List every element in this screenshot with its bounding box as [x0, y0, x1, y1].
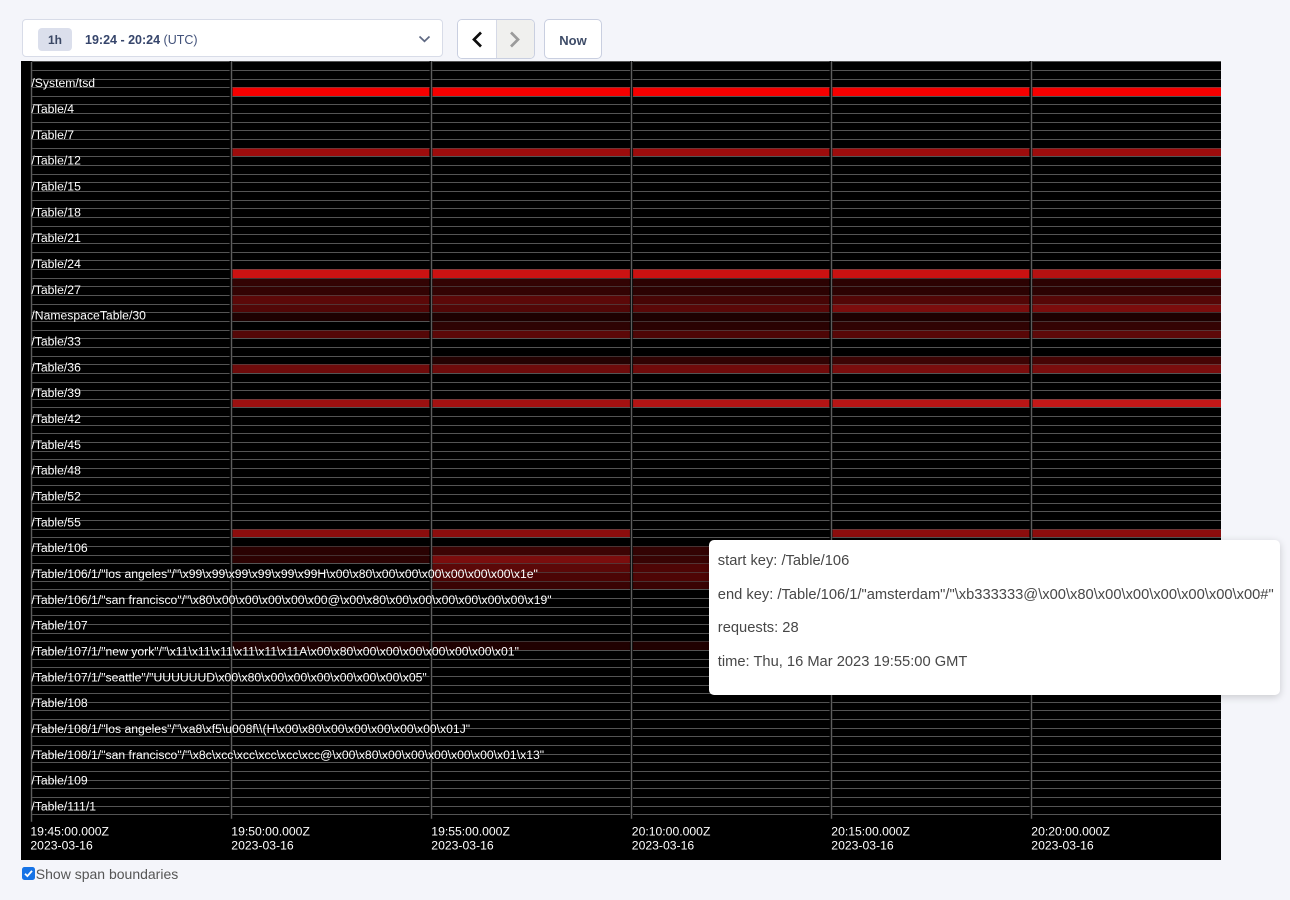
svg-text:/Table/4: /Table/4	[31, 102, 74, 116]
svg-text:2023-03-16: 2023-03-16	[30, 838, 93, 852]
svg-text:/Table/33: /Table/33	[31, 334, 81, 348]
svg-text:19:50:00.000Z: 19:50:00.000Z	[231, 824, 310, 838]
svg-text:20:15:00.000Z: 20:15:00.000Z	[831, 824, 910, 838]
svg-text:2023-03-16: 2023-03-16	[431, 838, 494, 852]
svg-text:/Table/36: /Table/36	[31, 360, 81, 374]
svg-text:19:45:00.000Z: 19:45:00.000Z	[30, 824, 109, 838]
svg-text:/Table/52: /Table/52	[31, 489, 81, 503]
svg-text:/Table/108: /Table/108	[31, 696, 87, 710]
svg-text:/Table/109: /Table/109	[31, 773, 87, 787]
svg-text:2023-03-16: 2023-03-16	[831, 838, 894, 852]
svg-text:/Table/48: /Table/48	[31, 463, 81, 477]
svg-text:/Table/7: /Table/7	[31, 128, 74, 142]
svg-text:/NamespaceTable/30: /NamespaceTable/30	[31, 308, 146, 322]
svg-text:/Table/24: /Table/24	[31, 257, 81, 271]
svg-text:/Table/45: /Table/45	[31, 438, 81, 452]
svg-text:/Table/18: /Table/18	[31, 205, 81, 219]
svg-text:/Table/12: /Table/12	[31, 153, 81, 167]
svg-text:/Table/108/1/"san francisco"/": /Table/108/1/"san francisco"/"\x8c\xcc\x…	[31, 748, 544, 762]
svg-text:/Table/106/1/"los angeles"/"\x: /Table/106/1/"los angeles"/"\x99\x99\x99…	[31, 567, 537, 581]
svg-text:/Table/21: /Table/21	[31, 231, 81, 245]
svg-text:/Table/39: /Table/39	[31, 386, 81, 400]
svg-text:2023-03-16: 2023-03-16	[231, 838, 294, 852]
svg-text:/Table/108/1/"los angeles"/"\x: /Table/108/1/"los angeles"/"\xa8\xf5\u00…	[31, 722, 470, 736]
svg-text:/Table/106: /Table/106	[31, 541, 87, 555]
svg-text:/Table/15: /Table/15	[31, 179, 81, 193]
svg-text:/Table/111/1: /Table/111/1	[31, 799, 96, 813]
svg-text:/System/tsd: /System/tsd	[31, 76, 95, 90]
svg-text:/Table/27: /Table/27	[31, 283, 81, 297]
svg-text:19:55:00.000Z: 19:55:00.000Z	[431, 824, 510, 838]
svg-text:2023-03-16: 2023-03-16	[632, 838, 695, 852]
svg-text:20:20:00.000Z: 20:20:00.000Z	[1031, 824, 1110, 838]
svg-text:/Table/42: /Table/42	[31, 412, 81, 426]
svg-text:20:10:00.000Z: 20:10:00.000Z	[632, 824, 711, 838]
svg-text:/Table/107/1/"seattle"/"UUUUUU: /Table/107/1/"seattle"/"UUUUUUD\x00\x80\…	[31, 670, 426, 684]
svg-text:/Table/107/1/"new york"/"\x11\: /Table/107/1/"new york"/"\x11\x11\x11\x1…	[31, 644, 518, 658]
svg-text:2023-03-16: 2023-03-16	[1031, 838, 1094, 852]
svg-text:/Table/55: /Table/55	[31, 515, 81, 529]
svg-text:/Table/107: /Table/107	[31, 618, 87, 632]
svg-text:/Table/106/1/"san francisco"/": /Table/106/1/"san francisco"/"\x80\x00\x…	[31, 593, 551, 607]
